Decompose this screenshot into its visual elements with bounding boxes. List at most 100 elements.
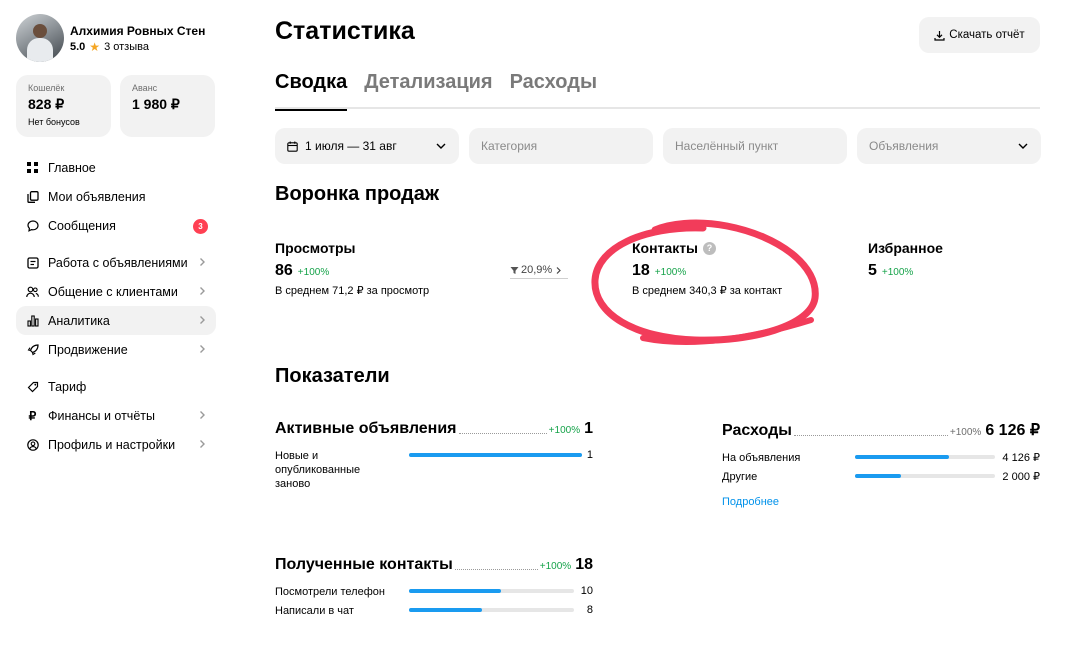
sidebar-item-label: Аналитика (48, 313, 110, 328)
sidebar-item-ads-work[interactable]: Работа с объявлениями (16, 248, 216, 277)
progress-bar (409, 589, 574, 593)
conversion-link[interactable]: 20,9% (510, 264, 568, 279)
calendar-icon (287, 141, 298, 152)
help-icon[interactable]: ? (703, 241, 717, 255)
sidebar-item-label: Профиль и настройки (48, 437, 176, 452)
conversion-value: 20,9% (521, 264, 553, 276)
sidebar-item-my-ads[interactable]: Мои объявления (16, 182, 216, 211)
sidebar-item-profile-settings[interactable]: Профиль и настройки (16, 430, 216, 459)
active-ads-block: Активные объявления +100% 1 Новые и опуб… (275, 420, 593, 492)
sidebar-item-messages[interactable]: Сообщения 3 (16, 211, 216, 240)
views-title: Просмотры (275, 240, 356, 256)
copy-icon (26, 190, 39, 203)
period-select[interactable]: 1 июля — 31 авг (275, 128, 459, 164)
favorites-pct: +100% (881, 267, 914, 278)
sidebar-item-label: Главное (48, 160, 96, 175)
avatar[interactable] (16, 14, 64, 62)
received-contacts-value: 18 (575, 556, 593, 573)
row-label: Посмотрели телефон (275, 586, 385, 598)
wallet-bonus: Нет бонусов (28, 117, 80, 127)
received-contacts-title: Полученные контакты (275, 556, 453, 573)
row-value: 4 126 ₽ (1002, 452, 1040, 464)
sidebar-item-analytics[interactable]: Аналитика (16, 306, 216, 335)
wallet-card[interactable]: Кошелёк 828 ₽ Нет бонусов (16, 75, 111, 137)
received-contacts-block: Полученные контакты +100% 18 Посмотрели … (275, 556, 593, 620)
rating-score: 5.0 (70, 41, 86, 53)
funnel-favorites: Избранное 5 +100% (868, 240, 943, 280)
views-value: 86 (275, 262, 293, 279)
profile-rating[interactable]: 5.0 ★ 3 отзыва (70, 41, 205, 53)
period-value: 1 июля — 31 авг (305, 139, 397, 153)
tab-summary[interactable]: Сводка (275, 71, 348, 111)
wallet-amount: 828 ₽ (28, 96, 65, 112)
sidebar-item-clients[interactable]: Общение с клиентами (16, 277, 216, 306)
tab-expenses[interactable]: Расходы (510, 71, 597, 109)
row-value: 2 000 ₽ (1002, 471, 1040, 483)
tab-details[interactable]: Детализация (364, 71, 492, 109)
favorites-value: 5 (868, 262, 877, 279)
tabs: Сводка Детализация Расходы (275, 71, 1040, 111)
contacts-pct: +100% (654, 267, 687, 278)
category-select[interactable]: Категория (469, 128, 653, 164)
ruble-icon: ₽ (28, 408, 37, 423)
advance-card[interactable]: Аванс 1 980 ₽ (120, 75, 215, 137)
views-pct: +100% (297, 267, 330, 278)
profile-name[interactable]: Алхимия Ровных Стен (70, 23, 205, 39)
download-report-button[interactable]: Скачать отчёт (919, 17, 1040, 53)
download-label: Скачать отчёт (949, 29, 1025, 41)
city-select[interactable]: Населённый пункт (663, 128, 847, 164)
chat-bubble-icon (26, 219, 39, 232)
wallet-label: Кошелёк (28, 83, 65, 93)
sidebar-item-label: Общение с клиентами (48, 284, 178, 299)
contacts-value: 18 (632, 262, 650, 279)
user-circle-icon (26, 438, 39, 451)
sidebar-item-tariff[interactable]: Тариф (16, 372, 216, 401)
filters-bar: 1 июля — 31 авг Категория Населённый пун… (275, 128, 1041, 164)
progress-bar (409, 608, 574, 612)
indicators-title: Показатели (275, 365, 390, 387)
metric-row: На объявления 4 126 ₽ (722, 448, 1040, 467)
filter-funnel-icon (510, 266, 519, 274)
main-content: Статистика Скачать отчёт Сводка Детализа… (275, 0, 1041, 672)
favorites-title: Избранное (868, 240, 943, 256)
row-label: На объявления (722, 452, 801, 464)
advance-label: Аванс (132, 83, 158, 93)
active-ads-title: Активные объявления (275, 420, 457, 437)
profile-header[interactable]: Алхимия Ровных Стен 5.0 ★ 3 отзыва (16, 14, 216, 62)
sidebar-item-label: Работа с объявлениями (48, 255, 188, 270)
row-value: 1 (586, 449, 593, 461)
chevron-right-icon (200, 440, 205, 448)
more-details-link[interactable]: Подробнее (722, 496, 779, 508)
received-contacts-pct: +100% (539, 561, 572, 572)
ads-select-label: Объявления (869, 139, 939, 153)
funnel-title: Воронка продаж (275, 183, 440, 205)
row-label: Написали в чат (275, 605, 354, 617)
chevron-right-icon (200, 411, 205, 419)
unread-badge: 3 (193, 219, 208, 234)
metric-row: Новые и опубликованные заново 1 (275, 446, 593, 492)
contacts-avg: В среднем 340,3 ₽ за контакт (632, 285, 783, 297)
sidebar-item-label: Финансы и отчёты (48, 408, 155, 423)
active-ads-value: 1 (584, 420, 593, 437)
sidebar-item-promotion[interactable]: Продвижение (16, 335, 216, 364)
sidebar-item-label: Продвижение (48, 342, 128, 357)
row-label: Другие (722, 471, 758, 483)
row-label: Новые и опубликованные заново (275, 450, 361, 490)
document-icon (26, 256, 39, 269)
reviews-count[interactable]: 3 отзыва (104, 41, 149, 53)
chevron-down-icon (436, 143, 446, 149)
ads-select[interactable]: Объявления (857, 128, 1041, 164)
contacts-title: Контакты (632, 240, 699, 256)
sidebar-item-home[interactable]: Главное (16, 153, 216, 182)
progress-bar (855, 455, 995, 459)
sidebar-item-label: Тариф (48, 379, 87, 394)
tag-icon (26, 380, 39, 393)
row-value: 10 (580, 585, 593, 597)
chevron-right-icon (556, 266, 562, 274)
sidebar-item-finance[interactable]: ₽ Финансы и отчёты (16, 401, 216, 430)
views-avg: В среднем 71,2 ₽ за просмотр (275, 285, 430, 297)
advance-amount: 1 980 ₽ (132, 96, 180, 112)
sidebar: Алхимия Ровных Стен 5.0 ★ 3 отзыва Кошел… (16, 14, 216, 459)
chevron-right-icon (200, 316, 205, 324)
chevron-right-icon (200, 258, 205, 266)
